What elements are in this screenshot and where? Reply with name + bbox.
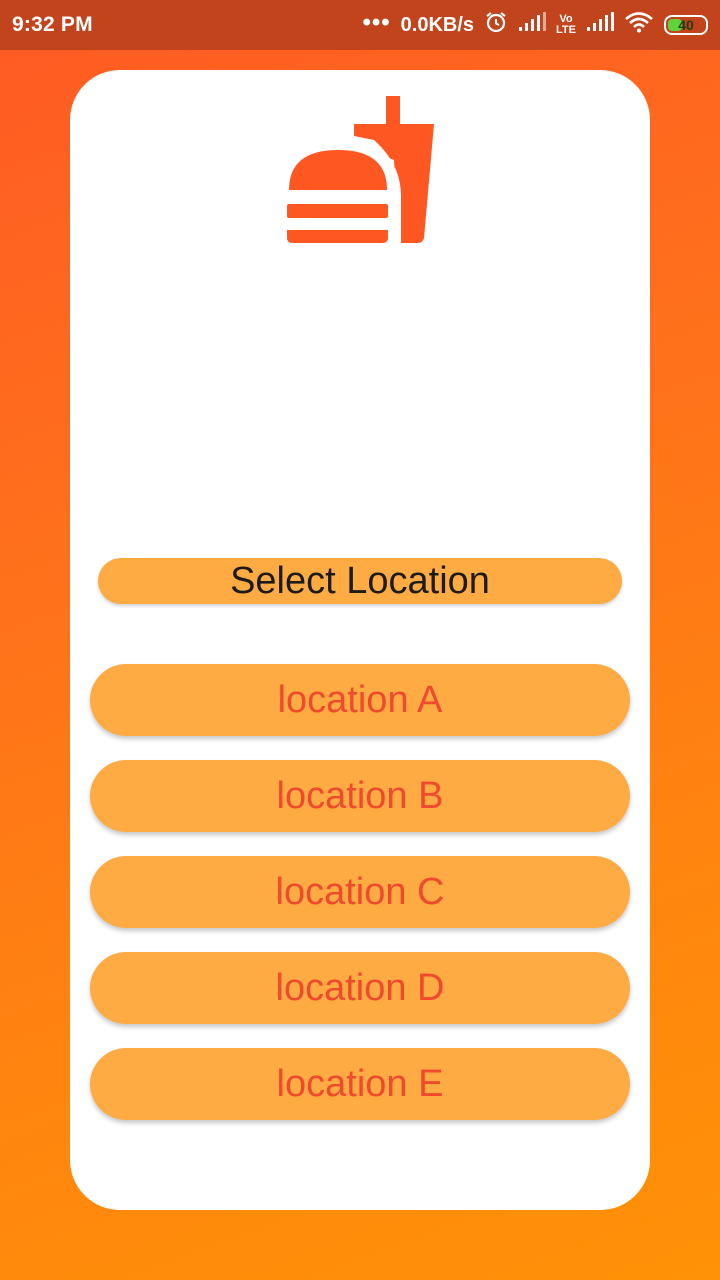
location-b-button[interactable]: location B (90, 760, 630, 832)
location-e-label: location E (276, 1062, 444, 1105)
page-title: Select Location (230, 559, 490, 602)
location-card: Select Location location A location B lo… (70, 70, 650, 1210)
location-d-label: location D (275, 966, 445, 1009)
status-bar: 9:32 PM ••• 0.0KB/s Vo LTE 40 (0, 0, 720, 50)
more-notifications-icon: ••• (362, 9, 391, 36)
location-e-button[interactable]: location E (90, 1048, 630, 1120)
network-speed: 0.0KB/s (400, 13, 475, 36)
status-time: 9:32 PM (12, 13, 93, 36)
burger-and-drink-icon (286, 96, 436, 246)
location-a-label: location A (277, 678, 443, 721)
location-b-label: location B (276, 774, 444, 817)
wifi-icon (624, 11, 654, 39)
location-c-label: location C (275, 870, 445, 913)
lte-label: LTE (556, 24, 576, 36)
alarm-icon (484, 10, 508, 40)
volte-icon: Vo LTE (556, 14, 576, 36)
battery-icon: 40 (664, 15, 708, 35)
signal-icon-2 (586, 12, 614, 38)
location-c-button[interactable]: location C (90, 856, 630, 928)
battery-level: 40 (678, 17, 694, 33)
location-a-button[interactable]: location A (90, 664, 630, 736)
select-location-title: Select Location (98, 558, 622, 604)
location-d-button[interactable]: location D (90, 952, 630, 1024)
status-icons: ••• 0.0KB/s Vo LTE 40 (362, 10, 708, 40)
signal-icon (518, 12, 547, 38)
location-list: location A location B location C locatio… (90, 664, 630, 1144)
